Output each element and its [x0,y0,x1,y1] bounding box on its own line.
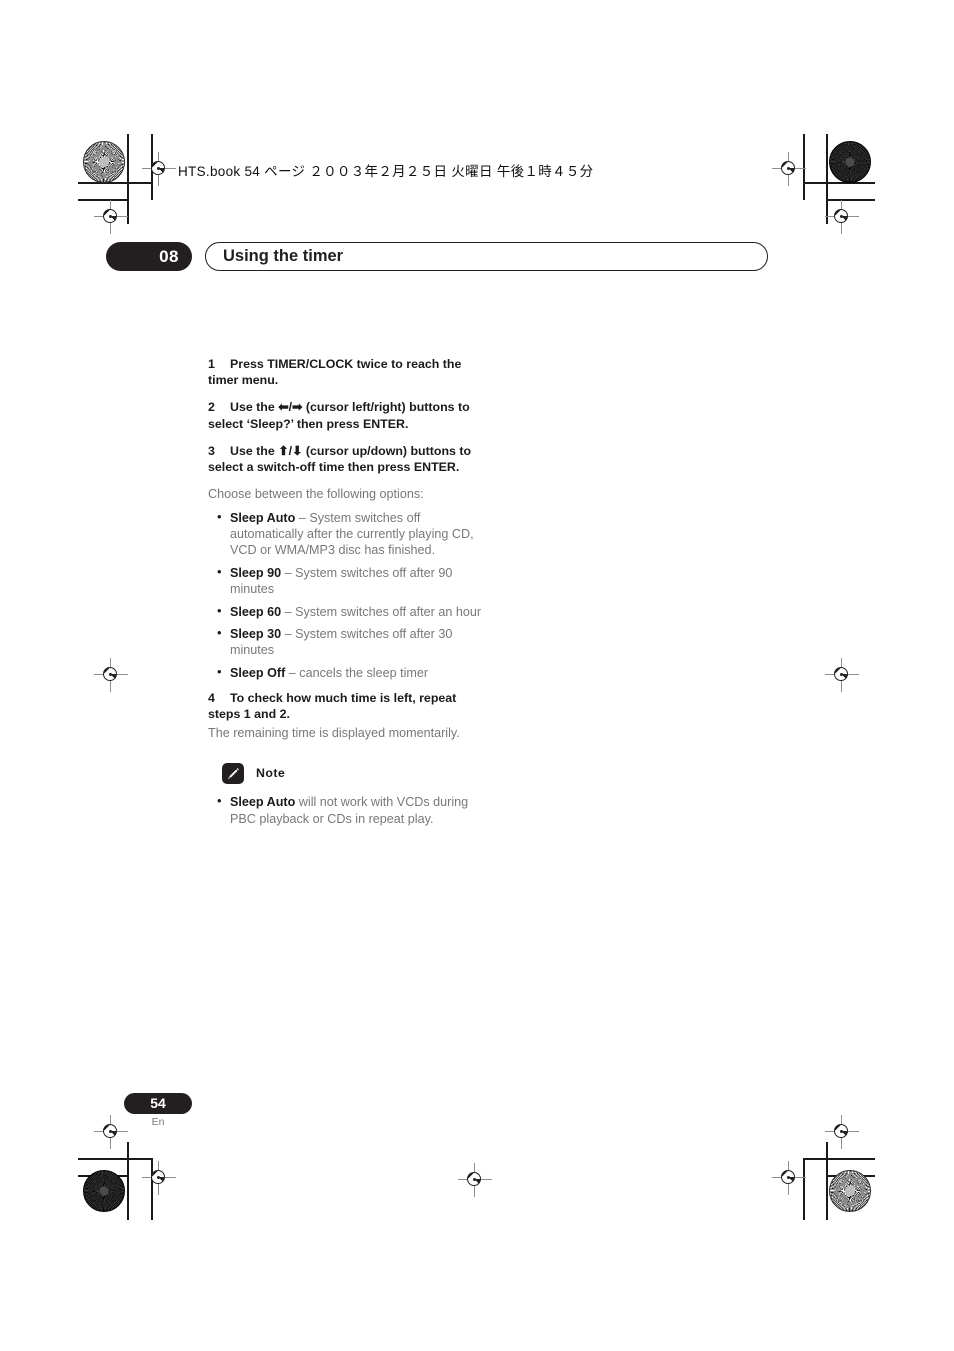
print-target-bottom-right [829,1170,871,1212]
list-item: Sleep Auto will not work with VCDs durin… [208,793,483,827]
option-label: Sleep Auto [230,510,296,525]
step-1-number: 1 [208,357,215,371]
print-target-top-left [83,141,125,183]
page-number-badge: 54 [124,1093,192,1114]
step-4-number: 4 [208,691,215,706]
registration-mark-top-right [772,152,806,186]
list-item: Sleep 90 – System switches off after 90 … [208,564,483,598]
registration-mark-bottom-right [772,1161,806,1195]
note-label: Note [256,766,286,781]
step-4: 4 To check how much time is left, repeat … [208,690,483,722]
registration-mark-lower-right [825,1115,859,1149]
print-target-bottom-left [83,1170,125,1212]
note-list: Sleep Auto will not work with VCDs durin… [208,793,483,827]
options-intro: Choose between the following options: [208,487,424,502]
step-4-text: To check how much time is left, repeat s… [208,691,457,722]
registration-mark-middle-left [94,658,128,692]
registration-mark-top-left [142,152,176,186]
crop-line-bl-v2 [127,1142,129,1220]
option-label: Sleep Off [230,665,286,680]
chapter-header: 08 Using the timer [106,242,768,271]
registration-mark-lower-left [94,1115,128,1149]
chapter-number-badge: 08 [106,242,192,271]
step-2: 2 Use the ⬅/➡ (cursor left/right) buttons… [208,399,483,431]
list-item: Sleep 30 – System switches off after 30 … [208,625,483,659]
step-1-text: Press TIMER/CLOCK twice to reach the tim… [208,357,462,388]
sleep-options-list: Sleep Auto – System switches off automat… [208,509,483,682]
body-column: 1 Press TIMER/CLOCK twice to reach the ti… [208,356,483,836]
crop-line-bl-h [78,1158,153,1160]
pencil-icon [222,763,244,785]
option-description: – cancels the sleep timer [285,665,429,680]
step-3: 3 Use the ⬆/⬇ (cursor up/down) buttons to… [208,443,483,475]
list-item: Sleep Auto – System switches off automat… [208,509,483,559]
option-label: Sleep 90 [230,565,282,580]
note-item-label: Sleep Auto [230,795,296,810]
note-header: Note [208,763,483,785]
step-1: 1 Press TIMER/CLOCK twice to reach the ti… [208,356,483,388]
print-slug-line: HTS.book 54 ページ ２００３年２月２５日 火曜日 午後１時４５分 [178,164,594,179]
registration-mark-upper-right [825,200,859,234]
registration-mark-bottom-left [142,1161,176,1195]
cursor-left-right-arrows-icon: ⬅/➡ [278,400,303,415]
option-label: Sleep 30 [230,627,282,642]
page-title: Using the timer [223,247,344,265]
print-target-top-right [829,141,871,183]
step-4-note: The remaining time is displayed momentar… [208,725,460,740]
crop-line-br-h [803,1158,875,1160]
step-3-number: 3 [208,443,215,458]
step-2-text-pre: Use the [230,400,279,415]
step-3-text-pre: Use the [230,443,279,458]
crop-line-tr-h [803,182,875,184]
registration-mark-upper-left [94,200,128,234]
chapter-title-pill: Using the timer [205,242,768,271]
cursor-up-down-arrows-icon: ⬆/⬇ [278,443,303,458]
step-2-number: 2 [208,400,215,415]
pencil-icon-svg [226,766,240,780]
option-label: Sleep 60 [230,604,282,619]
crop-line-br-v2 [826,1142,828,1220]
registration-mark-bottom-center [458,1163,492,1197]
list-item: Sleep 60 – System switches off after an … [208,603,483,620]
list-item: Sleep Off – cancels the sleep timer [208,664,483,681]
option-description: – System switches off after an hour [281,604,482,619]
page-language-label: En [151,1116,165,1128]
registration-mark-middle-right [825,658,859,692]
